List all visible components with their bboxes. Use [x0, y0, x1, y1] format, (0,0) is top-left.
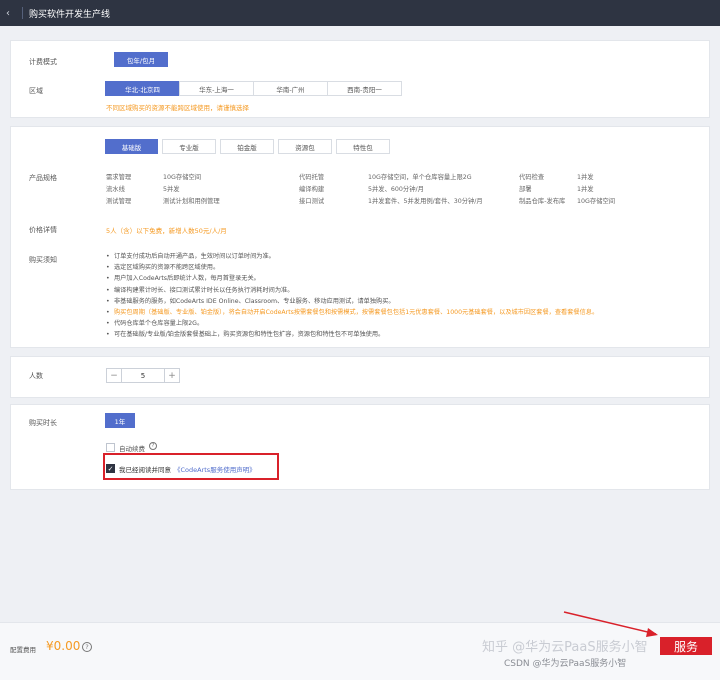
spec-value: 10G存储空间，单个仓库容量上限2G: [368, 174, 472, 181]
tab-feature-pack[interactable]: 特性包: [336, 139, 390, 154]
note-item: 订单支付成功后自动开通产品，生效时间以订单时间为准。: [106, 251, 598, 262]
region-option-beijing4[interactable]: 华北-北京四: [105, 81, 180, 96]
question-circle-icon[interactable]: ?: [149, 442, 157, 450]
region-hint: 不同区域购买的资源不能跨区域使用，请谨慎选择: [106, 104, 249, 112]
edition-tabs: 基础版 专业版 铂金版 资源包 特性包: [105, 139, 390, 154]
purchase-notes-label: 购买须知: [29, 256, 57, 264]
increment-button[interactable]: +: [165, 369, 179, 382]
headcount-input[interactable]: 5: [121, 369, 165, 382]
auto-renew-checkbox[interactable]: [106, 443, 115, 452]
spec-key: 代码托管: [299, 174, 325, 181]
region-selector: 华北-北京四 华东-上海一 华南-广州 西南-贵阳一: [105, 81, 402, 96]
spec-label: 产品规格: [29, 174, 57, 182]
spec-key: 制品仓库-发布库: [519, 198, 566, 205]
spec-value: 5并发、600分钟/月: [368, 186, 424, 193]
decrement-button[interactable]: −: [107, 369, 121, 382]
note-item: 选定区域购买的资源不能跨区域使用。: [106, 262, 598, 273]
region-option-guiyang1[interactable]: 西南-贵阳一: [327, 81, 402, 96]
purchase-notes-list: 订单支付成功后自动开通产品，生效时间以订单时间为准。 选定区域购买的资源不能跨区…: [106, 251, 598, 341]
region-label: 区域: [29, 87, 43, 95]
tab-professional[interactable]: 专业版: [162, 139, 216, 154]
watermark-zhihu: 知乎 @华为云PaaS服务小智: [482, 640, 648, 655]
header-divider: [22, 7, 23, 19]
chevron-left-icon[interactable]: ‹: [6, 8, 16, 19]
spec-key: 编译构建: [299, 186, 325, 193]
billing-option-monthly[interactable]: 包年/包月: [114, 52, 168, 67]
headcount-stepper: − 5 +: [106, 368, 180, 383]
headcount-label: 人数: [29, 372, 43, 380]
auto-renew-label: 自动续费: [119, 445, 145, 453]
spec-value: 10G存储空间: [577, 198, 616, 205]
fee-value: ¥0.00: [46, 639, 81, 653]
region-option-shanghai1[interactable]: 华东-上海一: [179, 81, 254, 96]
spec-value: 5并发: [163, 186, 180, 193]
spec-value: 1并发套件、5并发用例/套件、30分钟/月: [368, 198, 483, 205]
basic-config-card: 计费模式 包年/包月 区域 华北-北京四 华东-上海一 华南-广州 西南-贵阳一…: [10, 40, 710, 118]
price-detail-text: 5人（含）以下免费，新增人数50元/人/月: [106, 227, 227, 235]
duration-label: 购买时长: [29, 419, 57, 427]
note-item-highlight: 购买包周期（基础版、专业版、铂金版），将会自动开启CodeArts按需套餐包和按…: [106, 307, 598, 318]
spec-key: 流水线: [106, 186, 125, 193]
spec-key: 测试管理: [106, 198, 132, 205]
watermark-csdn: CSDN @华为云PaaS服务小智: [504, 659, 627, 669]
edition-card: 基础版 专业版 铂金版 资源包 特性包 产品规格 需求管理 10G存储空间 代码…: [10, 126, 710, 348]
spec-value: 1并发: [577, 174, 594, 181]
fee-label: 配置费用: [10, 646, 36, 654]
note-item: 代码仓库单个仓库容量上限2G。: [106, 318, 598, 329]
note-item: 非基础服务的服务，如CodeArts IDE Online、Classroom、…: [106, 296, 598, 307]
spec-value: 测试计划和用例管理: [163, 198, 220, 205]
note-item: 用户加入CodeArts后即统计人数，每月首登录无关。: [106, 273, 598, 284]
duration-option-1y[interactable]: 1年: [105, 413, 135, 428]
note-item: 可在基础版/专业版/铂金版套餐基础上，购买资源包和特性包扩容，资源包和特性包不可…: [106, 329, 598, 340]
highlight-box: [103, 453, 279, 480]
question-circle-icon[interactable]: ?: [82, 642, 92, 652]
duration-card: 购买时长 1年 自动续费 ? ✓ 我已经阅读并同意 《CodeArts服务使用声…: [10, 404, 710, 490]
tab-resource-pack[interactable]: 资源包: [278, 139, 332, 154]
top-bar: ‹ 购买软件开发生产线: [0, 0, 720, 26]
headcount-card: 人数 − 5 +: [10, 356, 710, 398]
spec-value: 10G存储空间: [163, 174, 202, 181]
spec-key: 需求管理: [106, 174, 132, 181]
price-detail-label: 价格详情: [29, 226, 57, 234]
page-title: 购买软件开发生产线: [29, 9, 111, 20]
spec-key: 接口测试: [299, 198, 325, 205]
spec-value: 1并发: [577, 186, 594, 193]
note-item: 编译构建累计时长、接口测试累计时长以任务执行消耗时间为准。: [106, 285, 598, 296]
region-option-guangzhou[interactable]: 华南-广州: [253, 81, 328, 96]
spec-key: 代码检查: [519, 174, 545, 181]
billing-mode-label: 计费模式: [29, 58, 57, 66]
tab-platinum[interactable]: 铂金版: [220, 139, 274, 154]
tab-basic[interactable]: 基础版: [105, 139, 158, 154]
spec-key: 部署: [519, 186, 532, 193]
